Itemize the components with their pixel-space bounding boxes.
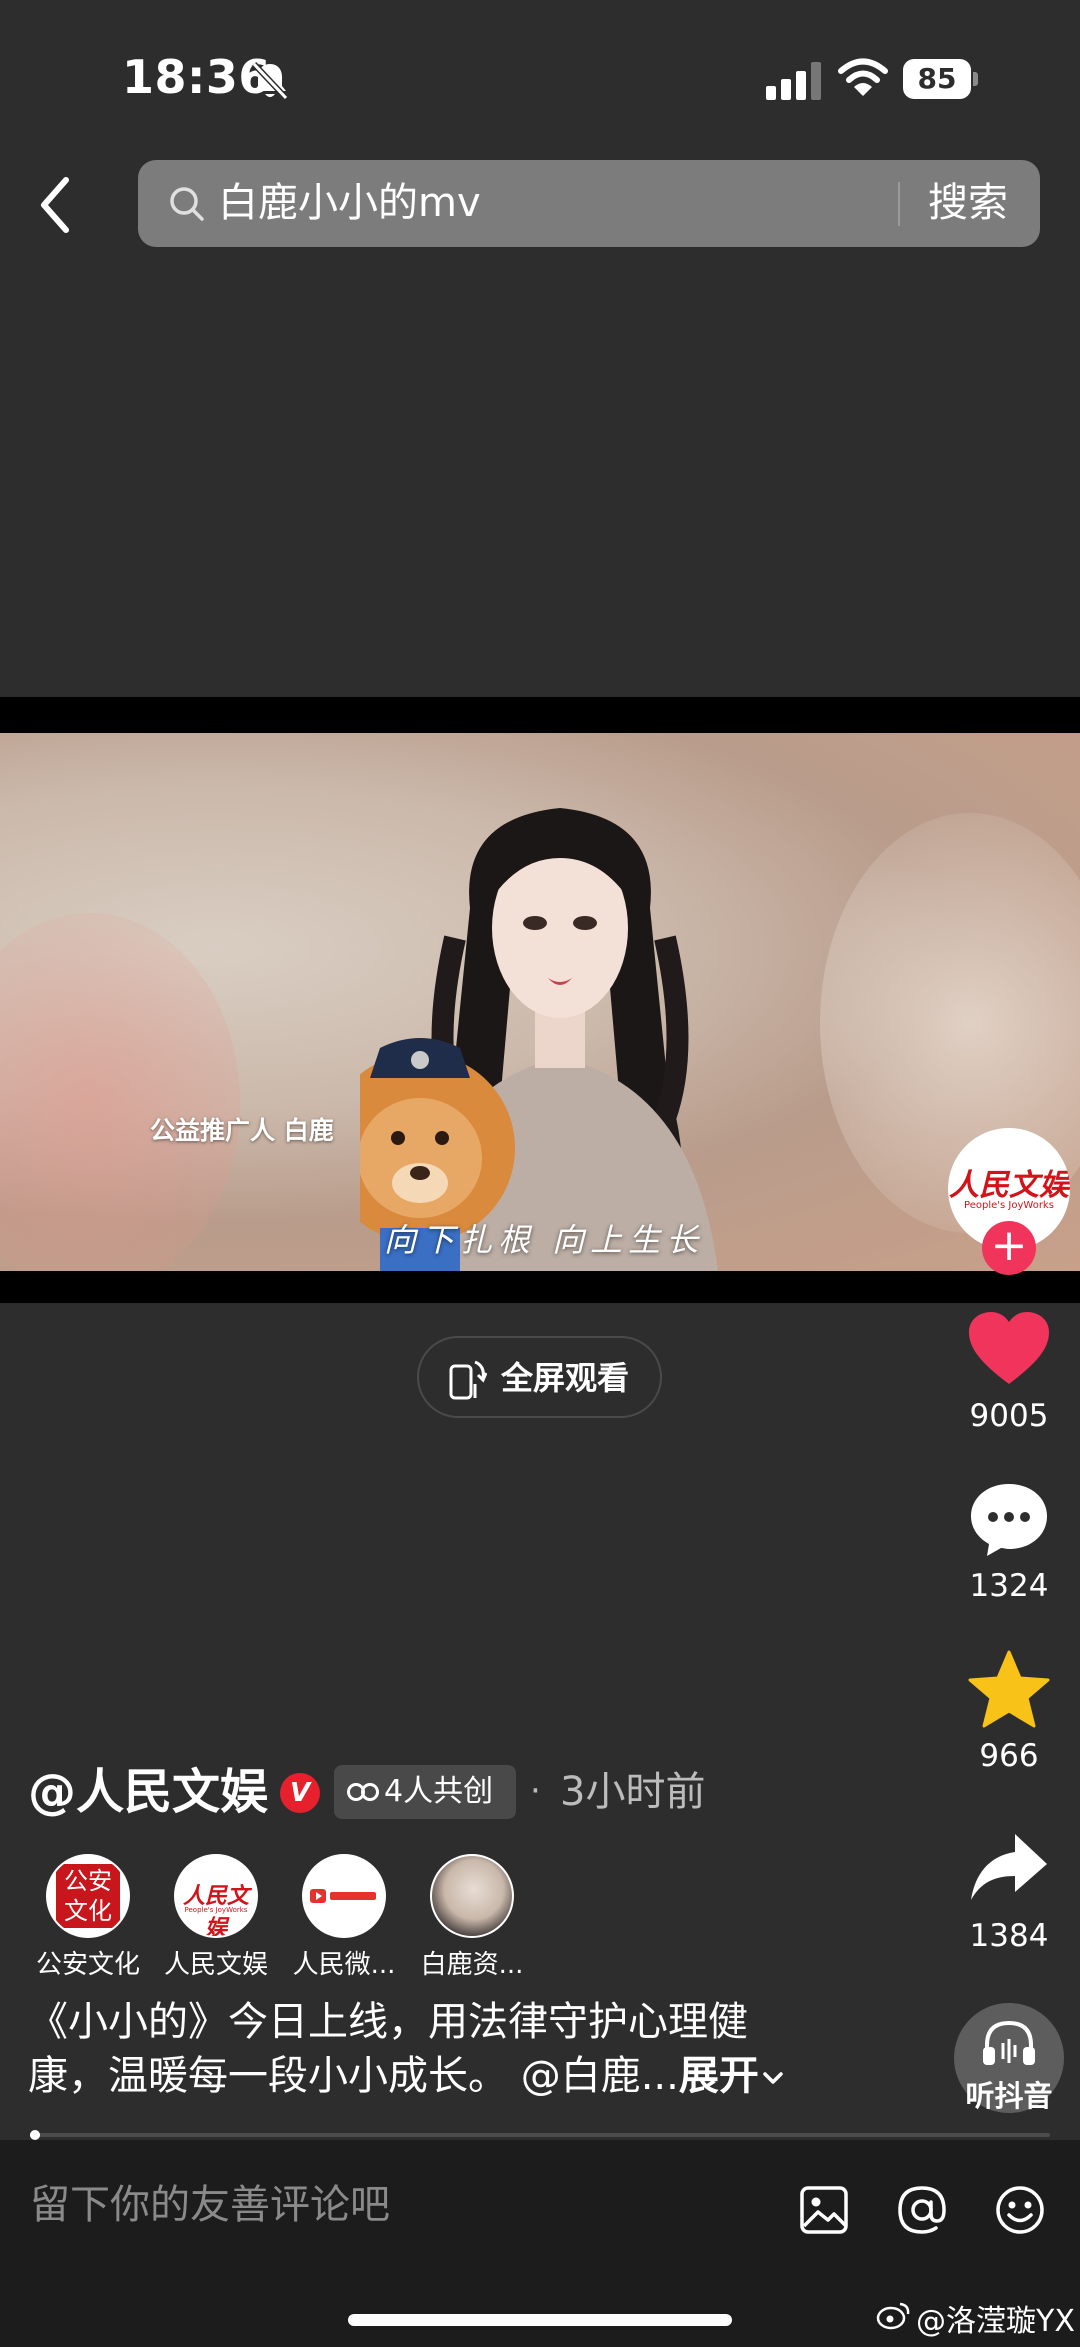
share-button[interactable]: 1384 (950, 1830, 1068, 1954)
creator-name: 人民文娱 (163, 1950, 268, 1980)
creator-avatar: 公安文化 (46, 1854, 130, 1938)
creator-name: 公安文化 (35, 1950, 140, 1980)
weibo-icon (876, 2302, 910, 2330)
promoter-caption: 公益推广人 白鹿 (150, 1116, 334, 1145)
home-indicator[interactable] (348, 2314, 732, 2326)
chevron-down-icon (763, 2072, 783, 2084)
comment-input[interactable]: 留下你的友善评论吧 (30, 2178, 390, 2232)
star-icon (968, 1650, 1050, 1728)
favorite-count: 966 (979, 1738, 1039, 1774)
search-input[interactable]: 白鹿小小的mv (218, 176, 481, 230)
creator-name: 白鹿资... (420, 1950, 524, 1980)
status-time: 18:36 (122, 50, 271, 104)
expand-label: 展开 (678, 2053, 759, 2099)
creator-item[interactable]: 人民文娱 People's JoyWorks 人民文娱 (152, 1854, 280, 1981)
like-count: 9005 (969, 1398, 1049, 1434)
comment-button[interactable]: 1324 (950, 1480, 1068, 1604)
fullscreen-button[interactable]: 全屏观看 (417, 1336, 662, 1418)
share-count: 1384 (969, 1918, 1049, 1954)
video-person-image (360, 808, 718, 1271)
emoji-icon[interactable] (994, 2184, 1046, 2236)
cellular-signal-icon (766, 62, 821, 100)
comment-count: 1324 (969, 1568, 1049, 1604)
creator-avatar (302, 1854, 386, 1938)
video-progress-bar[interactable] (30, 2133, 1050, 2137)
rotate-phone-icon (449, 1360, 487, 1400)
like-button[interactable]: 9005 (950, 1310, 1068, 1434)
verified-badge-icon: V (280, 1773, 320, 1813)
avatar-logo-subtext: People's JoyWorks (964, 1200, 1054, 1211)
post-time: 3小时前 (560, 1769, 706, 1815)
creator-item[interactable]: 公安文化 公安文化 (24, 1854, 152, 1981)
video-player[interactable]: 公益推广人 白鹿 向下扎根 向上生长 (0, 733, 1080, 1271)
creator-avatar: 人民文娱 People's JoyWorks (174, 1854, 258, 1938)
status-bar: 18:36 85 (0, 0, 1080, 150)
joyworks-logo-subtext: People's JoyWorks (184, 1906, 248, 1914)
bell-off-icon (251, 61, 289, 101)
watermark-text: @洛滢璇YX (916, 2304, 1075, 2339)
seal-logo: 公安文化 (56, 1864, 120, 1928)
video-bg-glow (0, 913, 240, 1271)
creator-name: 人民微... (292, 1950, 396, 1980)
share-arrow-icon (971, 1834, 1047, 1900)
progress-handle[interactable] (30, 2130, 40, 2140)
creator-item[interactable]: 白鹿资... (408, 1854, 536, 1981)
creator-item[interactable]: 人民微... (280, 1854, 408, 1981)
battery-level: 85 (903, 59, 971, 99)
comment-bubble-icon (971, 1484, 1047, 1556)
favorite-button[interactable]: 966 (950, 1650, 1068, 1774)
headphones-icon (983, 2020, 1035, 2065)
link-icon (347, 1783, 379, 1801)
cocreate-label: 4人共创 (384, 1774, 494, 1809)
portrait-photo (432, 1856, 512, 1936)
battery-tip (973, 72, 978, 86)
listen-label: 听抖音 (965, 2079, 1053, 2113)
creator-avatar (430, 1854, 514, 1938)
mention-at-icon[interactable] (896, 2184, 948, 2236)
author-name[interactable]: @人民文娱 (28, 1760, 268, 1824)
video-subtitle: 向下扎根 向上生长 (384, 1221, 705, 1259)
wifi-icon (838, 58, 888, 96)
description-text: 康，温暖每一段小小成长。 @白鹿... (28, 2053, 679, 2099)
fullscreen-label: 全屏观看 (501, 1359, 630, 1397)
battery-indicator: 85 (903, 59, 979, 99)
description-line: 《小小的》今日上线，用法律守护心理健 (28, 1999, 748, 2045)
back-button[interactable] (30, 170, 80, 240)
search-submit-button[interactable]: 搜索 (928, 176, 1008, 230)
separator-dot: · (530, 1771, 541, 1811)
image-icon[interactable] (798, 2184, 850, 2236)
search-divider (898, 182, 900, 226)
video-description: 《小小的》今日上线，用法律守护心理健 康，温暖每一段小小成长。 @白鹿...展开 (28, 1995, 848, 2103)
search-bar[interactable]: 白鹿小小的mv 搜索 (138, 160, 1040, 247)
search-icon (170, 187, 204, 221)
expand-button[interactable]: 展开 (679, 2053, 787, 2099)
description-line-2: 康，温暖每一段小小成长。 @白鹿...展开 (28, 2049, 848, 2103)
follow-button[interactable]: + (982, 1221, 1036, 1275)
cocreate-badge[interactable]: 4人共创 (334, 1765, 516, 1819)
avatar-logo-text: 人民文娱 (949, 1168, 1069, 1203)
heart-icon (969, 1312, 1049, 1384)
video-play-logo-icon (310, 1889, 376, 1903)
